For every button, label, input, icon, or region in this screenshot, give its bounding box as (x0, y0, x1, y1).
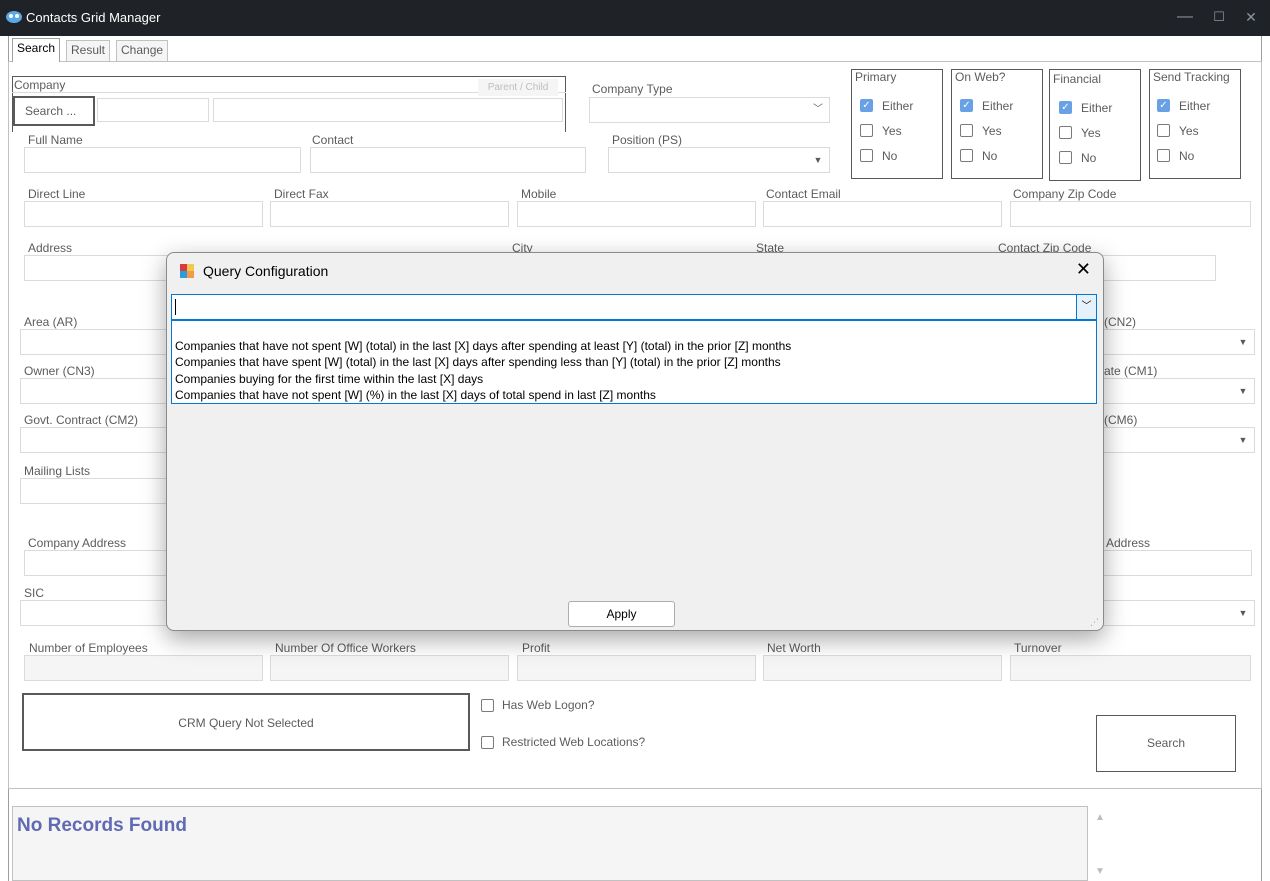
resize-grip-icon[interactable]: ⋰ (1090, 617, 1099, 628)
query-type-combo[interactable]: ﹀ (171, 294, 1097, 320)
title-bar: Contacts Grid Manager — ☐ ✕ (0, 0, 1270, 36)
apply-button[interactable]: Apply (568, 601, 675, 627)
chevron-down-icon[interactable]: ﹀ (1076, 295, 1096, 319)
query-option[interactable]: Companies buying for the first time with… (175, 373, 483, 386)
query-option[interactable]: Companies that have not spent [W] (total… (175, 340, 791, 353)
minimize-button[interactable]: — (1170, 6, 1200, 28)
query-option[interactable]: Companies that have not spent [W] (%) in… (175, 389, 656, 402)
window-title: Contacts Grid Manager (26, 10, 161, 25)
dialog-title: Query Configuration (203, 263, 329, 279)
query-option[interactable]: Companies that have spent [W] (total) in… (175, 356, 781, 369)
tab-search[interactable]: Search (12, 38, 61, 62)
text-cursor (175, 299, 176, 315)
query-options-list: Companies that have not spent [W] (total… (171, 320, 1097, 404)
close-button[interactable]: ✕ (1236, 6, 1266, 28)
app-icon (6, 11, 22, 23)
maximize-button[interactable]: ☐ (1204, 6, 1234, 28)
dialog-close-icon[interactable]: ✕ (1076, 259, 1091, 280)
dialog-app-icon (180, 264, 194, 278)
